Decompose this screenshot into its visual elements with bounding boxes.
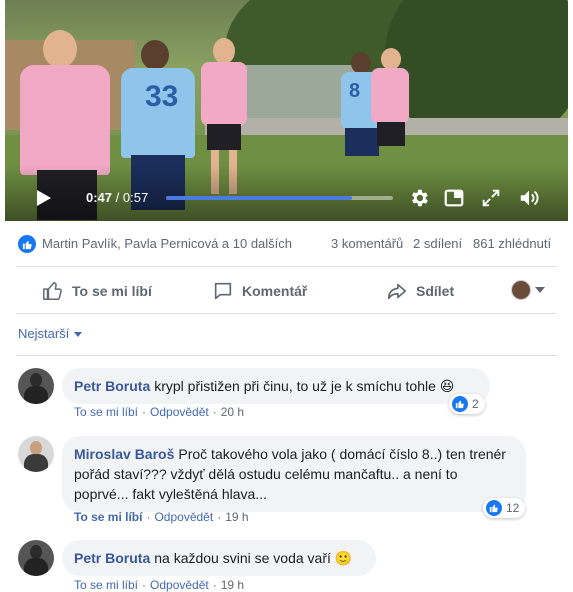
comment-time[interactable]: 19 h xyxy=(221,578,244,592)
reaction-number: 12 xyxy=(506,501,520,515)
likers-link[interactable]: Martin Pavlík, Pavla Pernicová a 10 dalš… xyxy=(42,236,292,251)
volume-icon[interactable] xyxy=(517,187,541,209)
comment-button[interactable]: Komentář xyxy=(212,280,307,302)
chevron-down-icon[interactable] xyxy=(535,287,545,293)
comment-author[interactable]: Miroslav Baroš xyxy=(74,446,174,462)
like-reaction-icon xyxy=(452,396,468,412)
reaction-count[interactable]: 2 xyxy=(449,394,485,414)
avatar[interactable] xyxy=(18,436,54,472)
comment-like-link[interactable]: To se mi líbí xyxy=(74,405,138,419)
comment-bubble: Petr Boruta na každou svini se voda vaří … xyxy=(62,540,376,576)
comment-author[interactable]: Petr Boruta xyxy=(74,378,150,394)
reaction-number: 2 xyxy=(472,397,479,411)
video-time: 0:47 / 0:57 xyxy=(86,190,148,205)
divider xyxy=(16,313,557,314)
video-progress-fill xyxy=(166,196,353,200)
post-actions: To se mi líbí Komentář Sdílet xyxy=(0,268,573,312)
comment-time[interactable]: 19 h xyxy=(225,510,248,524)
comments-count[interactable]: 3 komentářů xyxy=(331,236,403,251)
comment-icon xyxy=(214,282,232,300)
like-button-label: To se mi líbí xyxy=(72,283,152,299)
post-stats: Martin Pavlík, Pavla Pernicová a 10 dalš… xyxy=(0,222,573,266)
play-icon[interactable] xyxy=(37,190,51,206)
share-button-label: Sdílet xyxy=(416,283,455,299)
jersey-number: 8 xyxy=(349,80,361,102)
shares-count[interactable]: 2 sdílení xyxy=(413,236,462,251)
avatar[interactable] xyxy=(18,540,54,576)
jersey-number: 33 xyxy=(145,80,179,113)
comment-text: krypl přistižen při činu, to už je k smí… xyxy=(154,378,455,394)
pip-icon[interactable] xyxy=(442,187,466,209)
total-time: / 0:57 xyxy=(112,190,149,205)
share-icon xyxy=(387,283,407,300)
like-badge-icon xyxy=(18,235,36,253)
comment-like-link[interactable]: To se mi líbí xyxy=(74,578,138,592)
user-avatar[interactable] xyxy=(511,280,531,300)
comment-text: na každou svini se voda vaří 🙂 xyxy=(154,550,353,566)
comment-like-link[interactable]: To se mi líbí xyxy=(74,510,142,524)
divider xyxy=(16,355,557,356)
chevron-down-icon xyxy=(74,332,83,337)
comment-sort-dropdown[interactable]: Nejstarší xyxy=(18,326,83,341)
like-button[interactable]: To se mi líbí xyxy=(42,280,152,302)
video-progress-bar[interactable] xyxy=(166,196,393,200)
divider xyxy=(16,266,557,267)
share-button[interactable]: Sdílet xyxy=(386,280,454,302)
like-reaction-icon xyxy=(486,500,502,516)
avatar[interactable] xyxy=(18,368,54,404)
comment-reply-link[interactable]: Odpovědět xyxy=(154,510,213,524)
current-time: 0:47 xyxy=(86,190,113,205)
comment-meta: To se mi líbí · Odpovědět · 20 h xyxy=(74,405,245,419)
video-player[interactable]: 33 8 0:47 / 0:57 xyxy=(5,0,568,221)
thumbs-up-icon xyxy=(43,282,62,300)
reaction-count[interactable]: 12 xyxy=(483,498,526,518)
comment-bubble: Petr Boruta krypl přistižen při činu, to … xyxy=(62,368,490,404)
comment-reply-link[interactable]: Odpovědět xyxy=(150,578,209,592)
comment-meta: To se mi líbí · Odpovědět · 19 h xyxy=(74,510,249,524)
comment-meta: To se mi líbí · Odpovědět · 19 h xyxy=(74,578,245,592)
sort-label: Nejstarší xyxy=(18,326,70,341)
comment-button-label: Komentář xyxy=(242,283,308,299)
views-count: 861 zhlédnutí xyxy=(473,236,552,251)
gear-icon[interactable] xyxy=(407,187,431,209)
fullscreen-icon[interactable] xyxy=(479,187,503,209)
comment-bubble: Miroslav Baroš Proč takového vola jako ( … xyxy=(62,436,526,512)
comment-time[interactable]: 20 h xyxy=(221,405,244,419)
comment-author[interactable]: Petr Boruta xyxy=(74,550,150,566)
comment-reply-link[interactable]: Odpovědět xyxy=(150,405,209,419)
